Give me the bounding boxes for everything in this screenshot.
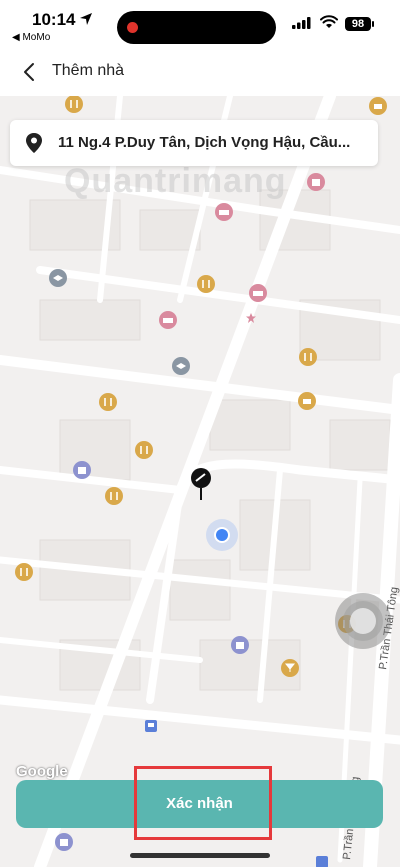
map-view[interactable]: P.Trần Thái Tông P.Trần Thái Tông	[0, 96, 400, 867]
cellular-signal-icon	[292, 17, 311, 29]
battery-indicator: 98	[345, 17, 371, 31]
dynamic-island	[117, 11, 276, 44]
chevron-left-icon[interactable]	[18, 60, 42, 84]
shop-poi-icon	[307, 173, 325, 191]
address-text: 11 Ng.4 P.Duy Tân, Dịch Vọng Hậu, Cầu...	[58, 134, 351, 151]
location-pin-icon	[26, 133, 42, 153]
status-time: 10:14	[32, 10, 76, 29]
food-poi-icon	[299, 348, 317, 366]
page-header: Thêm nhà	[0, 48, 400, 96]
bus-stop-icon	[316, 856, 328, 867]
assistive-touch-button[interactable]	[335, 593, 391, 649]
recording-indicator-icon	[127, 22, 138, 33]
back-to-app-link[interactable]: ◀ MoMo	[12, 32, 50, 43]
watermark: Quantrimang	[64, 162, 287, 200]
hotel-poi-icon	[159, 311, 177, 329]
page-title: Thêm nhà	[52, 62, 125, 79]
location-arrow-icon	[80, 13, 92, 25]
shop-poi-icon	[55, 833, 73, 851]
food-poi-icon	[135, 441, 153, 459]
battery-cap	[372, 21, 374, 27]
highlight-annotation-box	[134, 766, 272, 840]
user-location-icon	[206, 519, 238, 551]
cafe-poi-icon	[298, 392, 316, 410]
food-poi-icon	[197, 275, 215, 293]
food-poi-icon	[15, 563, 33, 581]
shop-poi-icon	[231, 636, 249, 654]
food-poi-icon	[99, 393, 117, 411]
google-logo: Google	[16, 763, 68, 780]
address-search-bar[interactable]: 11 Ng.4 P.Duy Tân, Dịch Vọng Hậu, Cầu...	[10, 120, 378, 166]
home-indicator[interactable]	[130, 853, 270, 858]
hotel-poi-icon	[215, 203, 233, 221]
cafe-poi-icon	[369, 97, 387, 115]
bus-stop-icon	[145, 720, 157, 732]
bar-poi-icon	[281, 659, 299, 677]
status-bar: 10:14 ◀ MoMo 98	[0, 0, 400, 48]
school-poi-icon	[49, 269, 67, 287]
school-poi-icon	[172, 357, 190, 375]
food-poi-icon	[105, 487, 123, 505]
wifi-icon	[320, 15, 338, 28]
shop-poi-icon	[73, 461, 91, 479]
hotel-poi-icon	[249, 284, 267, 302]
